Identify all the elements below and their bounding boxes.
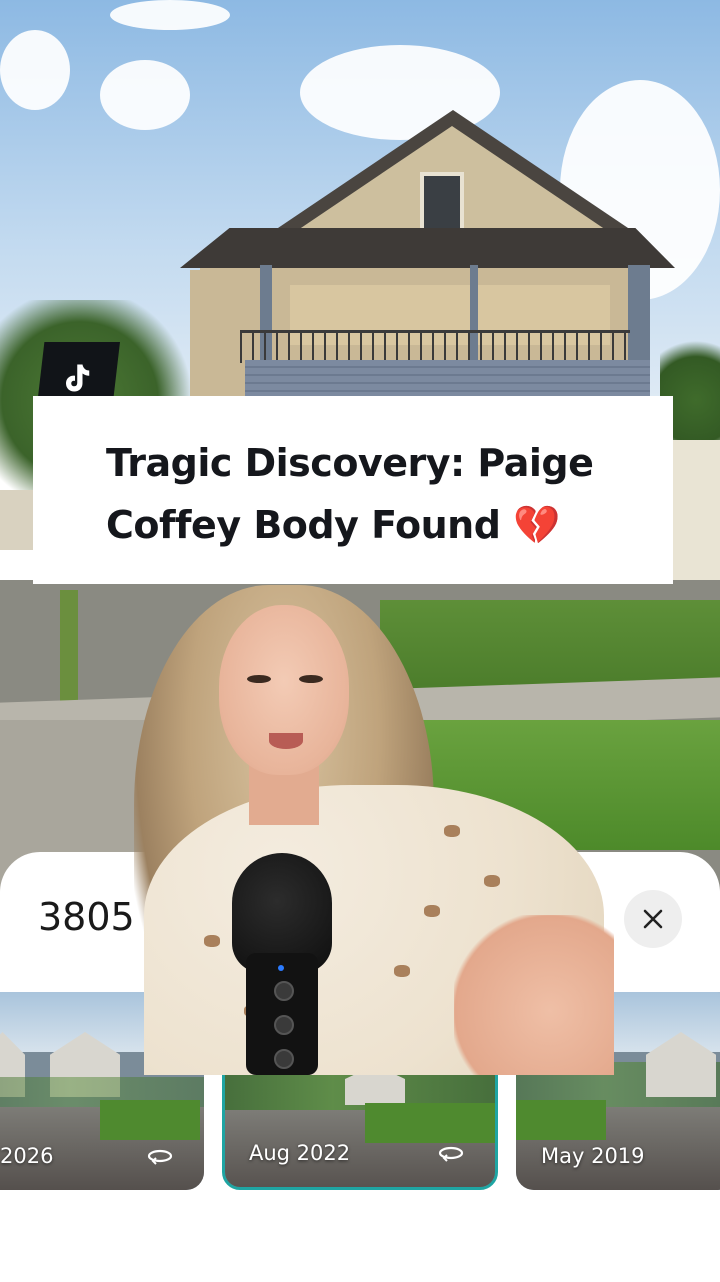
- siding: [245, 360, 650, 398]
- neighbor-house: [670, 440, 720, 585]
- rotate-360-icon: [438, 1146, 464, 1162]
- close-icon: [643, 909, 663, 929]
- cloud: [110, 0, 230, 30]
- thumbnail-date: May 2019: [541, 1144, 645, 1168]
- house: [180, 110, 680, 410]
- title-card: Tragic Discovery: Paige Coffey Body Foun…: [33, 396, 673, 584]
- rotate-360-icon: [147, 1149, 173, 1165]
- porch-post: [628, 265, 650, 365]
- presenter-hand: [454, 915, 614, 1075]
- cloud: [0, 30, 70, 110]
- thumbnail-date: Aug 2022: [249, 1141, 351, 1165]
- video-title: Tragic Discovery: Paige Coffey Body Foun…: [106, 432, 646, 556]
- presenter-face: [219, 605, 349, 775]
- cloud: [100, 60, 190, 130]
- thumbnail-date: 2026: [0, 1144, 54, 1168]
- porch-railing: [240, 330, 630, 363]
- title-line-1: Tragic Discovery: Paige: [106, 441, 594, 485]
- title-line-2: Coffey Body Found 💔: [106, 503, 560, 547]
- presenter-video: [124, 585, 614, 1075]
- close-button[interactable]: [624, 890, 682, 948]
- attic-window: [420, 172, 464, 234]
- microphone: [232, 853, 332, 1075]
- address-text: 3805: [38, 895, 135, 939]
- porch-roof: [180, 228, 675, 268]
